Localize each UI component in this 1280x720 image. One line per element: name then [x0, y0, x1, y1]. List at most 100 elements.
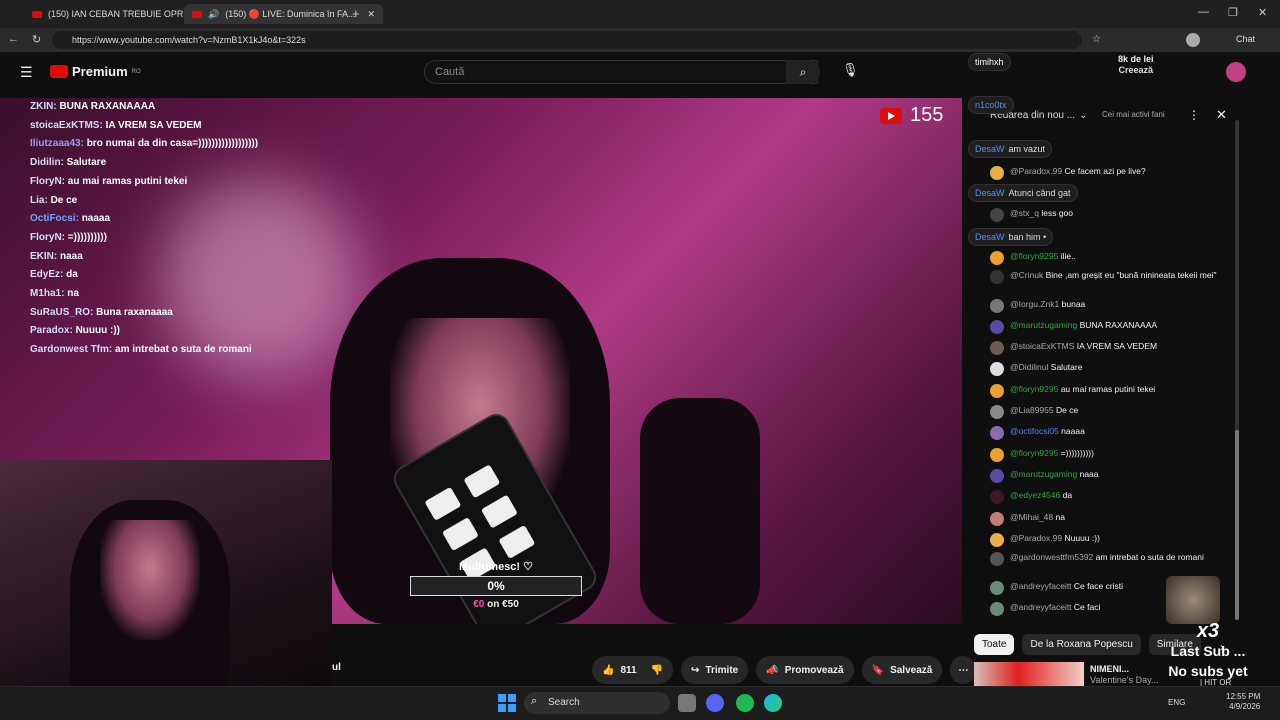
promote-button[interactable]: 📣 Promovează: [756, 656, 854, 684]
chat-message: @Crinuk Bine ,am greșit eu "bună nininеa…: [990, 270, 1220, 284]
video-thumbnail[interactable]: [974, 662, 1084, 686]
chip-all[interactable]: Toate: [974, 634, 1015, 655]
webcam-overlay: [0, 460, 332, 720]
chat-mode[interactable]: Cei mai activi fani: [1102, 110, 1165, 119]
video-actions: 👍 811 👎 ↪ Trimite 📣 Promovează 🔖 Salveaz…: [592, 656, 977, 684]
like-button[interactable]: 👍 811 👎: [592, 656, 674, 684]
avatar: [990, 299, 1004, 313]
webcam-streamer-face: [100, 520, 200, 640]
avatar: [990, 270, 1004, 284]
create-button[interactable]: 8k de lei Creează: [1118, 54, 1154, 76]
overlay-chat-line: EdyEz: da: [30, 269, 78, 281]
chat-message: @octifocsi05 naaaa: [990, 426, 1220, 440]
overlay-chat-line: Paradox: Nuuuu :)): [30, 325, 121, 337]
windows-start-icon[interactable]: [498, 694, 516, 712]
overlay-chat-line: Didilin: Salutare: [30, 157, 107, 169]
alert-badge: DesaW ban him •: [968, 228, 1054, 246]
chevron-down-icon[interactable]: ⌄: [1079, 110, 1087, 121]
close-chat-icon[interactable]: ✕: [1216, 107, 1227, 123]
copilot-chat-button[interactable]: Chat: [1236, 34, 1255, 44]
avatar: [990, 469, 1004, 483]
minimize-icon[interactable]: —: [1198, 6, 1209, 18]
overlay-chat-line: Iliutzaaa43: bro numai da din casa=)))))…: [30, 138, 259, 150]
avatar: [990, 320, 1004, 334]
url-field[interactable]: https://www.youtube.com/watch?v=NzmB1X1k…: [52, 31, 1082, 49]
youtube-favicon-icon: [32, 10, 42, 18]
youtube-logo[interactable]: Premium RO: [50, 64, 141, 79]
chat-message: @floryn9295 ilie..: [990, 251, 1220, 265]
browser-tab-bar: (150) IAN CEBAN TREBUIE OPRIT ✕ 🔊 (150) …: [0, 0, 1280, 28]
overlay-chat-line: Gardonwest Tfm: am intrebat o suta de ro…: [30, 344, 252, 356]
goal-percent: 0%: [487, 579, 505, 593]
alert-badge: timihxh: [968, 53, 1011, 71]
alert-badge: n1co0tx: [968, 96, 1014, 114]
channel-name-partial: ul: [332, 662, 341, 673]
overlay-chat-line: stoicaExKTMS: IA VREM SA VEDEM: [30, 119, 202, 131]
avatar: [990, 581, 1004, 595]
goal-title: Multumesc! ♡: [458, 561, 534, 573]
overlay-chat-line: OctiFocsi: naaaa: [30, 213, 111, 225]
task-view-icon[interactable]: [678, 694, 696, 712]
avatar: [990, 448, 1004, 462]
avatar: [990, 251, 1004, 265]
chat-message: @Mihai_48 na: [990, 512, 1220, 526]
chat-message: @Iorgu.Znk1 bunaa: [990, 299, 1220, 313]
chat-message: @marutzugaming BUNA RAXANAAAA: [990, 320, 1220, 334]
overlay-chat-line: ZKIN: BUNA RAXANAAAA: [30, 101, 156, 112]
discord-icon[interactable]: [706, 694, 724, 712]
taskbar-search-input[interactable]: Search: [524, 692, 670, 714]
last-sub-widget: x3 Last Sub ... No subs yet: [1148, 580, 1268, 679]
thumbs-up-icon: 👍: [602, 664, 615, 676]
avatar: [990, 426, 1004, 440]
avatar: [990, 208, 1004, 222]
share-button[interactable]: ↪ Trimite: [681, 656, 749, 684]
maximize-icon[interactable]: ❐: [1228, 6, 1238, 19]
youtube-logo-icon: [50, 65, 68, 78]
menu-icon[interactable]: ☰: [20, 64, 33, 81]
close-window-icon[interactable]: ✕: [1258, 6, 1267, 19]
chat-message: @gardonwesttfm5392 am intrebat o suta de…: [990, 552, 1220, 566]
goal-amount: €0 on €50: [473, 599, 519, 610]
thumbs-down-icon[interactable]: 👎: [651, 665, 663, 676]
goal-progress-bar: 0%: [410, 576, 582, 596]
save-button[interactable]: 🔖 Salvează: [861, 656, 943, 684]
favorite-icon[interactable]: ☆: [1092, 34, 1101, 45]
microphone-image: [640, 398, 760, 624]
chat-message: @stoicaExKTMS IA VREM SA VEDEM: [990, 341, 1220, 355]
close-icon[interactable]: ✕: [367, 9, 375, 20]
avatar: [990, 602, 1004, 616]
avatar: [990, 552, 1004, 566]
taskbar-clock[interactable]: 12:55 PM 4/9/2026: [1226, 692, 1260, 712]
avatar: [990, 405, 1004, 419]
search-icon: ⌕: [799, 64, 807, 79]
search-input[interactable]: Caută: [424, 60, 818, 84]
search-icon: ⌕: [531, 695, 538, 707]
address-bar-row: ← ↻ https://www.youtube.com/watch?v=NzmB…: [0, 28, 1280, 52]
youtube-favicon-icon: [192, 10, 202, 18]
multiplier: x3: [1196, 620, 1220, 642]
avatar: [990, 362, 1004, 376]
microphone-icon[interactable]: 🎙: [842, 62, 859, 78]
chip-from-channel[interactable]: De la Roxana Popescu: [1022, 634, 1141, 655]
alert-badge: DesaW Atunci când gat: [968, 184, 1078, 202]
last-sub-label: Last Sub ...: [1170, 643, 1246, 659]
new-tab-button[interactable]: +: [352, 6, 360, 21]
more-actions-button[interactable]: ⋯: [950, 656, 977, 684]
edge-icon[interactable]: [764, 694, 782, 712]
back-icon[interactable]: ←: [8, 33, 19, 45]
account-avatar[interactable]: [1226, 62, 1246, 82]
avatar: [990, 512, 1004, 526]
chat-message: @floryn9295 au mai ramas putini tekei: [990, 384, 1220, 398]
bookmark-icon: 🔖: [871, 664, 885, 676]
youtube-play-icon: [880, 107, 902, 124]
refresh-icon[interactable]: ↻: [32, 33, 41, 46]
language-indicator[interactable]: ENG: [1168, 698, 1185, 707]
chat-more-icon[interactable]: ⋮: [1188, 108, 1200, 122]
avatar: [990, 533, 1004, 547]
profile-avatar[interactable]: [1186, 33, 1200, 47]
tab-title: (150) IAN CEBAN TREBUIE OPRIT: [48, 9, 192, 19]
megaphone-icon: 📣: [766, 664, 779, 676]
search-button[interactable]: ⌕: [786, 60, 820, 84]
spotify-icon[interactable]: [736, 694, 754, 712]
speaker-icon[interactable]: 🔊: [208, 9, 219, 20]
